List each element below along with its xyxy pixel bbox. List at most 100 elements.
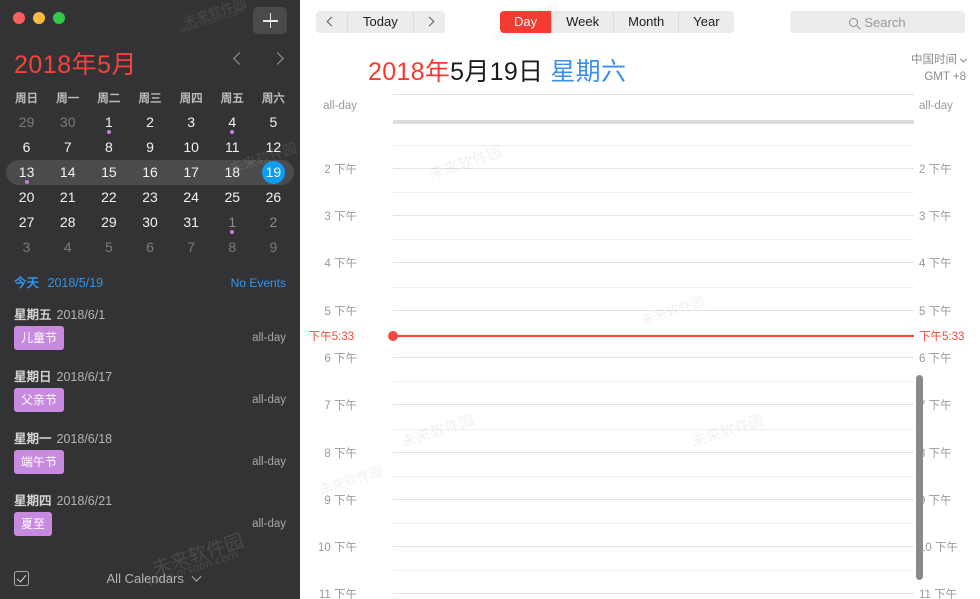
mini-calendar-week: 6 7 8 9 10 11 12 [6,135,294,160]
view-tab-week[interactable]: Week [552,11,615,33]
day-cell-19[interactable]: 19 [253,160,294,185]
day-cell-22[interactable]: 22 [88,185,129,210]
search-placeholder: Search [864,14,906,30]
hour-label-left: 9 下午 [324,495,357,507]
all-calendars-bar[interactable]: All Calendars [0,557,300,599]
vertical-scrollbar[interactable] [916,375,923,580]
day-number: 3 [187,114,196,130]
day-number: 20 [18,189,35,205]
all-calendars-dropdown[interactable]: All Calendars [29,571,278,586]
day-cell-13[interactable]: 13 [6,160,47,185]
chevron-left-icon [232,51,246,65]
day-number: 19 [261,161,285,184]
event-title-pill[interactable]: 端午节 [14,450,65,474]
next-day-button[interactable] [414,11,445,33]
timezone-name: 中国时间 [911,54,957,66]
event-title-pill[interactable]: 儿童节 [14,326,65,350]
day-cell-2[interactable]: 2 [129,110,170,135]
day-cell-7[interactable]: 7 [47,135,88,160]
day-number: 25 [224,189,241,205]
hour-rule [393,215,914,216]
day-cell-20[interactable]: 20 [6,185,47,210]
day-cell-1[interactable]: 1 [88,110,129,135]
day-cell-2[interactable]: 2 [253,210,294,235]
event-time-label: all-day [252,332,286,344]
weekday-header-6: 周六 [261,93,285,105]
no-events-label: No Events [230,276,286,290]
day-cell-18[interactable]: 18 [212,160,253,185]
day-number: 4 [63,239,72,255]
list-item[interactable]: 父亲节 all-day [14,388,286,412]
day-cell-16[interactable]: 16 [129,160,170,185]
page-title: 2018年5月19日 星期六 [368,52,626,88]
day-cell-5[interactable]: 5 [253,110,294,135]
day-cell-28[interactable]: 28 [47,210,88,235]
list-item[interactable]: 儿童节 all-day [14,326,286,350]
day-cell-14[interactable]: 14 [47,160,88,185]
day-cell-9[interactable]: 9 [253,235,294,260]
event-groups: 星期五 2018/6/1 儿童节 all-day 星期日 2018/6/17 父亲节 all-… [14,304,286,555]
day-cell-3[interactable]: 3 [171,110,212,135]
day-cell-6[interactable]: 6 [6,135,47,160]
day-cell-4[interactable]: 4 [47,235,88,260]
list-item[interactable]: 夏至 all-day [14,512,286,536]
day-cell-29[interactable]: 29 [6,110,47,135]
today-events-header: 今天 2018/5/19 No Events [14,272,286,291]
list-item[interactable]: 端午节 all-day [14,450,286,474]
hour-rule [393,593,914,594]
day-cell-23[interactable]: 23 [129,185,170,210]
view-tab-year[interactable]: Year [679,11,733,33]
prev-day-button[interactable] [316,11,348,33]
current-time-dot [388,331,398,341]
day-number: 30 [59,114,76,130]
day-cell-6[interactable]: 6 [129,235,170,260]
day-cell-7[interactable]: 7 [171,235,212,260]
minimize-button[interactable] [33,12,45,24]
day-cell-10[interactable]: 10 [171,135,212,160]
day-cell-17[interactable]: 17 [171,160,212,185]
timezone-selector[interactable]: 中国时间 GMT +8 [911,52,968,86]
day-cell-30[interactable]: 30 [47,110,88,135]
day-cell-11[interactable]: 11 [212,135,253,160]
zoom-button[interactable] [53,12,65,24]
day-cell-30[interactable]: 30 [129,210,170,235]
day-cell-9[interactable]: 9 [129,135,170,160]
day-cell-29[interactable]: 29 [88,210,129,235]
checkbox-checked-icon[interactable] [14,570,29,586]
prev-month-button[interactable] [228,47,250,69]
day-number: 29 [101,214,117,230]
day-cell-3[interactable]: 3 [6,235,47,260]
day-cell-26[interactable]: 26 [253,185,294,210]
hour-rule [393,499,914,500]
day-cell-25[interactable]: 25 [212,185,253,210]
event-date: 2018/6/1 [56,308,106,322]
hour-label-left: 2 下午 [324,164,357,176]
day-cell-1[interactable]: 1 [212,210,253,235]
day-cell-24[interactable]: 24 [171,185,212,210]
day-grid[interactable]: all-day all-day 2 下午 2 下午 3 下午 3 下午 4 下午 4 下午… [300,94,980,599]
day-cell-4[interactable]: 4 [212,110,253,135]
next-month-button[interactable] [266,47,288,69]
day-cell-5[interactable]: 5 [88,235,129,260]
day-cell-8[interactable]: 8 [88,135,129,160]
day-cell-27[interactable]: 27 [6,210,47,235]
half-hour-rule [393,381,914,382]
today-button[interactable]: Today [348,11,414,33]
day-cell-15[interactable]: 15 [88,160,129,185]
day-cell-12[interactable]: 12 [253,135,294,160]
mini-calendar-week: 27 28 29 30 31 1 2 [6,210,294,235]
day-cell-8[interactable]: 8 [212,235,253,260]
add-event-button[interactable] [253,7,287,34]
event-title-pill[interactable]: 父亲节 [14,388,65,412]
close-button[interactable] [13,12,25,24]
view-tab-day[interactable]: Day [500,11,553,33]
event-title-pill[interactable]: 夏至 [14,512,53,536]
all-day-row[interactable]: all-day all-day [300,94,980,126]
day-cell-31[interactable]: 31 [171,210,212,235]
hour-rule [393,404,914,405]
day-cell-21[interactable]: 21 [47,185,88,210]
view-tab-month[interactable]: Month [614,11,680,33]
half-hour-rule [393,523,914,524]
timezone-offset: GMT +8 [924,71,966,83]
search-field[interactable]: Search [790,11,965,33]
